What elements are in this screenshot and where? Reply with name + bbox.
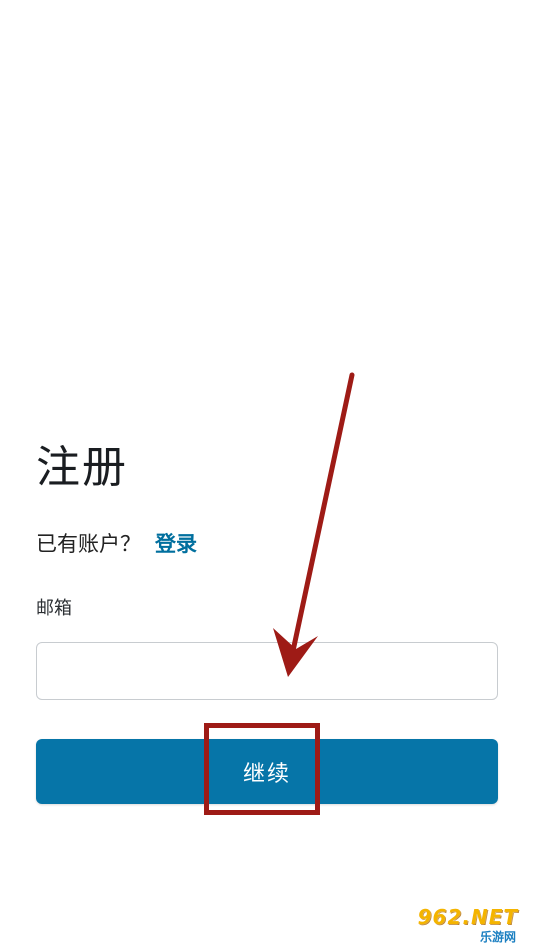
account-question-text: 已有账户？: [36, 532, 141, 556]
page-title: 注册: [36, 442, 128, 493]
account-prompt: 已有账户？ 登录: [36, 527, 197, 559]
continue-button[interactable]: 继续: [36, 739, 498, 804]
watermark-bottom-text: 乐游网: [479, 930, 516, 944]
email-field[interactable]: [36, 642, 498, 700]
site-watermark-logo: 962.NET 乐游网: [398, 905, 526, 945]
annotation-arrow-shaft: [287, 372, 355, 668]
email-label: 邮箱: [36, 598, 72, 619]
watermark-top-text: 962.NET: [417, 905, 518, 929]
login-link[interactable]: 登录: [155, 528, 197, 558]
